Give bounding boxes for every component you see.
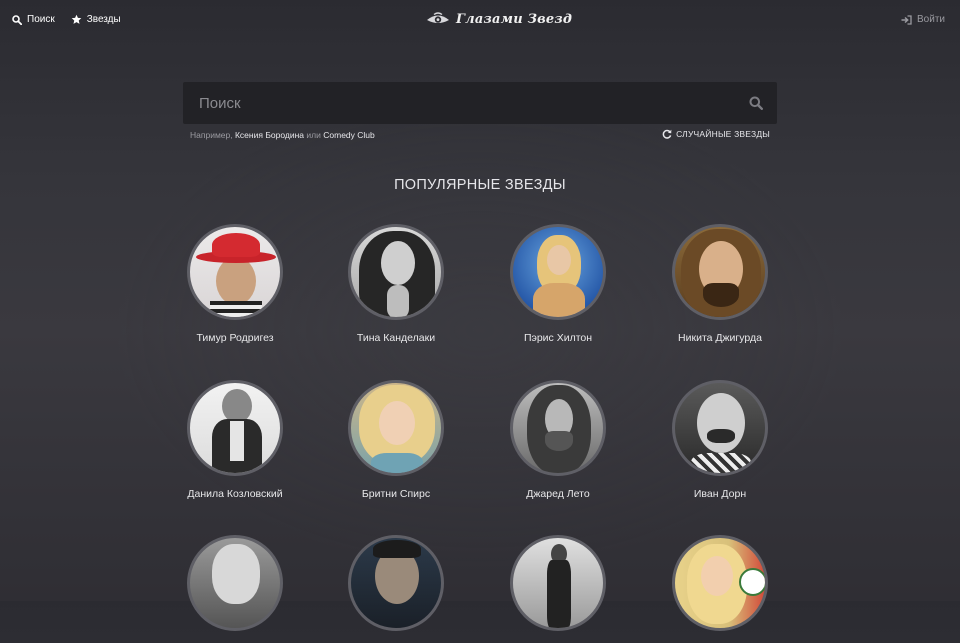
star-avatar	[510, 380, 606, 476]
star-avatar	[510, 224, 606, 320]
star-name: Джаред Лето	[526, 488, 590, 500]
star-name: Пэрис Хилтон	[523, 332, 593, 344]
star-name: Данила Козловский	[187, 488, 283, 500]
star-name: Бритни Спирс	[361, 488, 431, 500]
popular-stars-grid: Тимур Родригез Тина Канделаки Пэрис Хилт…	[0, 0, 960, 631]
star-card[interactable]: Данила Козловский	[155, 380, 315, 500]
star-card[interactable]	[316, 535, 476, 643]
star-avatar	[672, 535, 768, 631]
star-card[interactable]	[155, 535, 315, 643]
star-name: Тимур Родригез	[196, 332, 274, 344]
star-avatar	[187, 224, 283, 320]
star-card[interactable]: Никита Джигурда	[640, 224, 800, 344]
star-card[interactable]: Тина Канделаки	[316, 224, 476, 344]
star-avatar	[672, 224, 768, 320]
star-card[interactable]: Пэрис Хилтон	[478, 224, 638, 344]
star-name: Никита Джигурда	[678, 332, 762, 344]
star-avatar	[187, 380, 283, 476]
star-avatar	[510, 535, 606, 631]
star-card[interactable]: Тимур Родригез	[155, 224, 315, 344]
star-card[interactable]: Иван Дорн	[640, 380, 800, 500]
star-card[interactable]	[478, 535, 638, 643]
star-avatar	[187, 535, 283, 631]
star-card[interactable]: Джаред Лето	[478, 380, 638, 500]
star-avatar	[348, 380, 444, 476]
star-card[interactable]: Бритни Спирс	[316, 380, 476, 500]
star-avatar	[348, 224, 444, 320]
star-card[interactable]	[640, 535, 800, 643]
star-avatar	[672, 380, 768, 476]
star-avatar	[348, 535, 444, 631]
star-name: Тина Канделаки	[356, 332, 436, 344]
star-name: Иван Дорн	[693, 488, 747, 500]
